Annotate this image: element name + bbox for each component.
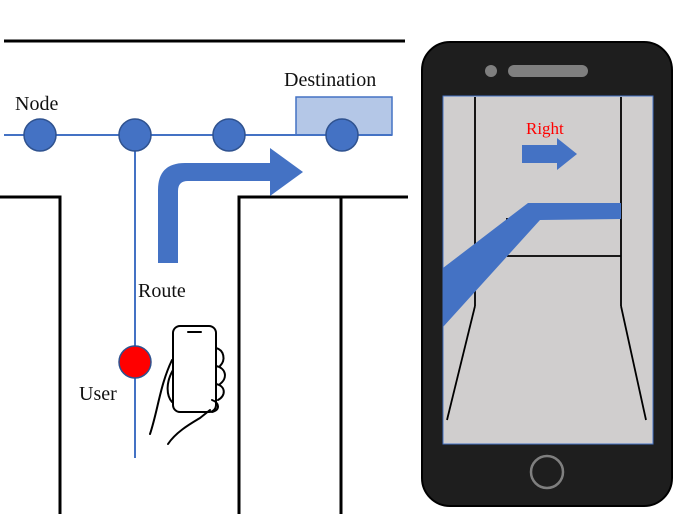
node-destination <box>325 118 359 152</box>
node-2 <box>118 118 152 152</box>
front-camera-icon <box>485 65 497 77</box>
turn-right-arrow-icon <box>158 148 303 263</box>
map-area: Node Destination Route User <box>0 39 408 514</box>
phone-screen: Right <box>442 95 654 445</box>
speaker-slot-icon <box>508 65 588 77</box>
node-3 <box>212 118 246 152</box>
user-label: User <box>79 383 117 405</box>
hand-holding-phone-icon <box>149 325 226 445</box>
direction-text: Right <box>526 119 564 138</box>
destination-label: Destination <box>284 69 376 91</box>
user-marker <box>118 345 152 379</box>
left-wall <box>0 195 62 514</box>
smartphone: Right <box>421 41 673 507</box>
navigation-diagram: Node Destination Route User Right <box>0 39 673 514</box>
node-label: Node <box>15 93 58 115</box>
node-1 <box>23 118 57 152</box>
right-wall-outer <box>237 195 408 514</box>
route-label: Route <box>138 280 186 302</box>
